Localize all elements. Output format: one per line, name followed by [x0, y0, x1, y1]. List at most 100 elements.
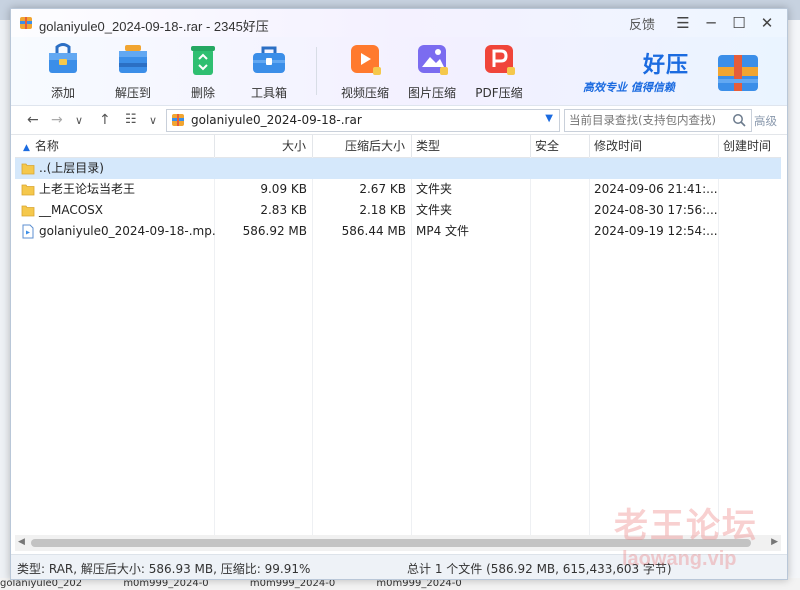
column-name[interactable]: ▲ 名称 [15, 135, 215, 157]
delete-button[interactable]: 删除 [171, 41, 235, 101]
haozip-window: golaniyule0_2024-09-18-.rar - 2345好压 反馈 … [10, 8, 788, 580]
close-button[interactable]: ✕ [753, 13, 781, 33]
search-box [564, 109, 752, 132]
add-archive-icon [49, 43, 77, 73]
add-button[interactable]: 添加 [31, 41, 95, 101]
file-row[interactable]: ..(上层目录) [15, 158, 781, 179]
file-name-cell: __MACOSX [15, 200, 215, 221]
file-row[interactable]: __MACOSX 2.83 KB 2.18 KB 文件夹 2024-08-30 17:5… [15, 200, 781, 221]
column-created[interactable]: 创建时间 [719, 135, 781, 157]
column-created-label: 创建时间 [723, 139, 772, 153]
image-compress-button[interactable]: 图片压缩 [400, 41, 464, 101]
sort-ascending-icon: ▲ [23, 143, 30, 153]
file-size-cell [215, 158, 313, 179]
file-type-cell: 文件夹 [416, 203, 453, 217]
pdf-compress-label: PDF压缩 [475, 86, 523, 100]
file-modified-cell: 2024-09-06 21:41:... [594, 182, 718, 196]
toolbar-separator [316, 47, 317, 95]
toolbox-button[interactable]: 工具箱 [237, 41, 301, 101]
file-name-cell: 上老王论坛当老王 [15, 179, 215, 200]
file-name: golaniyule0_2024-09-18-.mp... [39, 224, 215, 238]
column-packed-size[interactable]: 压缩后大小 [313, 135, 412, 157]
file-type-cell [412, 158, 531, 179]
column-size[interactable]: 大小 [215, 135, 313, 157]
haozip-logo-icon [718, 55, 758, 91]
scroll-left-icon[interactable]: ◀ [18, 537, 25, 547]
file-name: ..(上层目录) [39, 161, 104, 175]
scroll-right-icon[interactable]: ▶ [771, 537, 778, 547]
toolbox-label: 工具箱 [250, 86, 287, 100]
file-name: 上老王论坛当老王 [39, 182, 136, 196]
column-type[interactable]: 类型 [412, 135, 531, 157]
background-window-left [0, 20, 10, 590]
archive-total: 总计 1 个文件 (586.92 MB, 615,433,603 字节) [407, 562, 672, 576]
search-icon[interactable] [732, 113, 746, 127]
toolbox-icon [253, 46, 285, 73]
pdf-compress-button[interactable]: PDF压缩 [467, 41, 531, 101]
scrollbar-thumb[interactable] [31, 539, 751, 547]
extract-button[interactable]: 解压到 [101, 41, 165, 101]
column-modified-label: 修改时间 [594, 139, 643, 153]
brand-slogan: 高效专业 值得信赖 [583, 81, 675, 94]
menu-icon[interactable]: ☰ [669, 13, 697, 33]
file-size-cell: 9.09 KB [260, 182, 307, 196]
view-mode-dropdown[interactable]: ∨ [149, 114, 157, 127]
history-dropdown[interactable]: ∨ [75, 114, 83, 127]
file-name: __MACOSX [39, 203, 104, 217]
folder-icon [21, 163, 35, 175]
extract-icon [119, 45, 147, 73]
file-name-cell: ..(上层目录) [15, 158, 215, 179]
status-bar: 类型: RAR, 解压后大小: 586.93 MB, 压缩比: 99.91% 总… [11, 554, 787, 579]
column-name-label: 名称 [34, 139, 59, 153]
title-bar: golaniyule0_2024-09-18-.rar - 2345好压 反馈 … [11, 9, 787, 37]
column-security-label: 安全 [535, 139, 560, 153]
haozip-app-icon [20, 17, 32, 29]
back-button[interactable]: ← [27, 112, 39, 128]
folder-icon [21, 184, 35, 196]
video-compress-label: 视频压缩 [340, 86, 389, 100]
recycle-icon [191, 46, 215, 75]
video-compress-icon [351, 45, 381, 75]
address-bar: ← → ∨ ↑ ☷ ∨ golaniyule0_2024-09-18-.rar … [11, 106, 787, 135]
file-modified-cell [590, 158, 719, 179]
file-modified-cell: 2024-08-30 17:56:... [594, 203, 718, 217]
file-size-cell: 2.83 KB [260, 203, 307, 217]
brand-logo: 好压 高效专业 值得信赖 [583, 47, 773, 99]
column-modified[interactable]: 修改时间 [590, 135, 719, 157]
horizontal-scrollbar[interactable]: ◀ ▶ [15, 535, 781, 551]
add-label: 添加 [50, 86, 75, 100]
file-type-cell: 文件夹 [416, 182, 453, 196]
window-title: golaniyule0_2024-09-18-.rar - 2345好压 [39, 19, 269, 34]
video-compress-button[interactable]: 视频压缩 [333, 41, 397, 101]
file-row[interactable]: 上老王论坛当老王 9.09 KB 2.67 KB 文件夹 2024-09-06 21:4… [15, 179, 781, 200]
pdf-compress-icon [485, 45, 515, 75]
advanced-search-link[interactable]: 高级 [754, 113, 777, 129]
path-text: golaniyule0_2024-09-18-.rar [191, 113, 362, 127]
video-file-icon [22, 224, 34, 239]
view-mode-button[interactable]: ☷ [125, 112, 137, 127]
file-size-cell: 586.92 MB [242, 224, 307, 238]
up-level-button[interactable]: ↑ [99, 112, 111, 128]
file-packed-cell [313, 158, 412, 179]
path-field[interactable]: golaniyule0_2024-09-18-.rar ▼ [166, 109, 560, 132]
file-row[interactable]: golaniyule0_2024-09-18-.mp... 586.92 MB 58… [15, 221, 781, 242]
file-security-cell [531, 179, 590, 200]
extract-label: 解压到 [114, 86, 151, 100]
column-header: ▲ 名称 大小 压缩后大小 类型 安全 修改时间 创建时间 [15, 135, 781, 158]
path-dropdown-icon[interactable]: ▼ [545, 113, 553, 124]
file-name-cell: golaniyule0_2024-09-18-.mp... [15, 221, 215, 242]
search-input[interactable] [567, 111, 725, 128]
brand-name: 好压 [643, 52, 690, 77]
maximize-button[interactable]: ☐ [725, 13, 753, 33]
image-compress-label: 图片压缩 [407, 86, 456, 100]
column-security[interactable]: 安全 [531, 135, 590, 157]
file-security-cell [531, 221, 590, 242]
file-modified-cell: 2024-09-19 12:54:... [594, 224, 718, 238]
forward-button[interactable]: → [51, 112, 63, 128]
minimize-button[interactable]: ─ [697, 13, 725, 33]
file-security-cell [531, 158, 590, 179]
file-list: ▲ 名称 大小 压缩后大小 类型 安全 修改时间 创建时间 ..(上层目录) 上老王… [15, 135, 781, 535]
file-packed-cell: 2.18 KB [359, 203, 406, 217]
file-packed-cell: 2.67 KB [359, 182, 406, 196]
feedback-link[interactable]: 反馈 [629, 14, 655, 33]
